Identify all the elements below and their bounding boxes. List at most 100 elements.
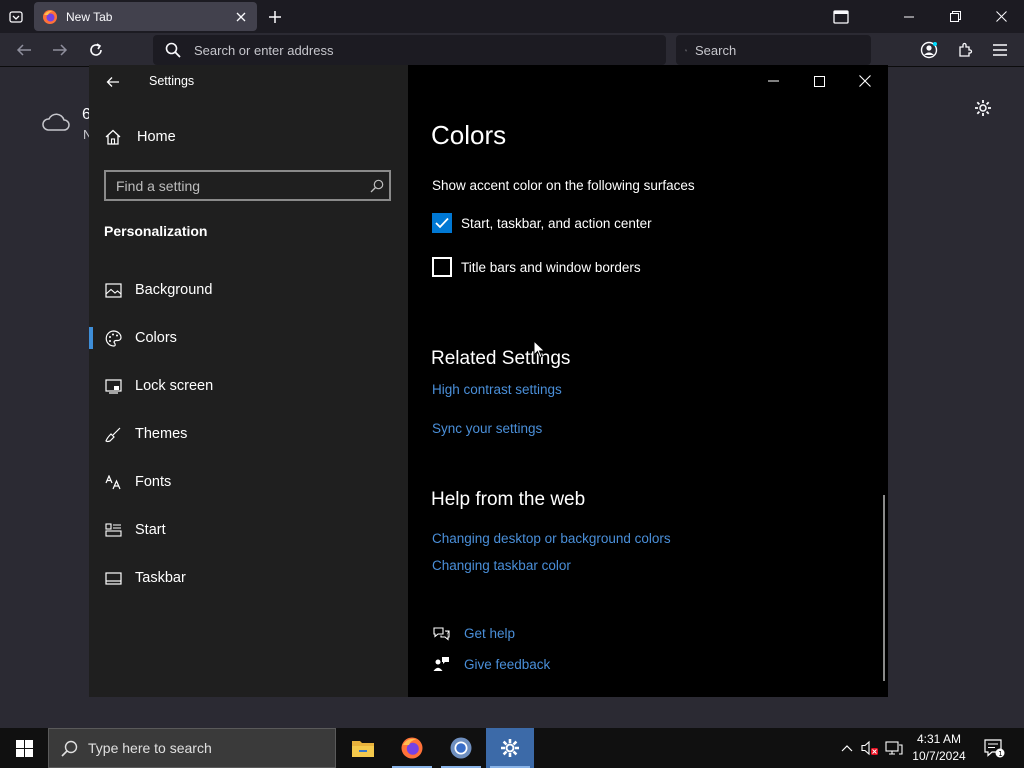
sidebar-item-label: Start xyxy=(135,522,166,538)
reload-icon[interactable] xyxy=(84,38,108,62)
minimize-icon[interactable] xyxy=(750,65,796,97)
taskbar-search-placeholder: Type here to search xyxy=(88,740,212,756)
back-arrow-icon[interactable] xyxy=(103,73,123,91)
svg-text:?: ? xyxy=(445,630,448,637)
sidebar-item-lock-screen[interactable]: Lock screen xyxy=(89,366,408,406)
sync-settings-link[interactable]: Sync your settings xyxy=(432,421,542,436)
page-title: Colors xyxy=(431,120,507,150)
sidebar-item-label: Colors xyxy=(135,330,177,346)
windows-start-icon[interactable] xyxy=(0,728,48,768)
search-icon xyxy=(165,42,181,58)
title-bars-checkbox-row[interactable]: Title bars and window borders xyxy=(432,257,641,277)
get-help-row[interactable]: ? Get help xyxy=(432,624,515,642)
forward-arrow-icon[interactable] xyxy=(48,38,72,62)
related-settings-heading: Related Settings xyxy=(431,348,571,369)
notification-center-icon[interactable]: 1 xyxy=(980,728,1008,768)
clock-time: 4:31 AM xyxy=(916,732,962,746)
search-input[interactable] xyxy=(695,42,871,58)
settings-main-pane: Colors Show accent color on the followin… xyxy=(408,65,888,697)
maximize-icon[interactable] xyxy=(796,65,842,97)
sidebar-item-label: Background xyxy=(135,282,213,298)
search-icon[interactable] xyxy=(365,174,389,198)
sidebar-item-taskbar[interactable]: Taskbar xyxy=(89,558,408,598)
help-from-web-heading: Help from the web xyxy=(431,489,586,510)
address-bar[interactable] xyxy=(153,35,666,65)
checkbox-label: Title bars and window borders xyxy=(461,259,641,275)
brush-icon xyxy=(104,425,122,443)
give-feedback-row[interactable]: Give feedback xyxy=(432,655,550,673)
firefox-taskbar-icon[interactable] xyxy=(388,728,436,768)
search-bar[interactable] xyxy=(676,35,871,65)
network-icon[interactable] xyxy=(884,728,904,768)
home-nav-item[interactable]: Home xyxy=(104,128,176,146)
start-taskbar-checkbox-row[interactable]: Start, taskbar, and action center xyxy=(432,213,652,233)
chrome-taskbar-icon[interactable] xyxy=(437,728,485,768)
extensions-icon[interactable] xyxy=(953,38,977,62)
speaker-muted-icon[interactable] xyxy=(860,728,880,768)
browser-minimize-icon[interactable] xyxy=(886,0,932,33)
desktop-colors-link[interactable]: Changing desktop or background colors xyxy=(432,531,671,546)
picture-in-picture-icon[interactable] xyxy=(818,0,864,33)
lock-screen-icon xyxy=(104,377,122,395)
close-tab-icon[interactable] xyxy=(233,9,249,25)
notification-count: 1 xyxy=(998,750,1002,758)
browser-tab-strip: New Tab xyxy=(0,0,1024,33)
taskbar-color-link[interactable]: Changing taskbar color xyxy=(432,558,571,573)
sidebar-item-background[interactable]: Background xyxy=(89,270,408,310)
gear-icon[interactable] xyxy=(973,98,993,118)
chat-help-icon: ? xyxy=(432,624,450,642)
firefox-favicon-icon xyxy=(43,9,57,24)
settings-title: Settings xyxy=(149,74,195,88)
windows-taskbar: Type here to search 4:31 AM 10/7/2024 1 xyxy=(0,728,1024,768)
browser-restore-icon[interactable] xyxy=(932,0,978,33)
find-setting-input[interactable] xyxy=(116,177,365,194)
sidebar-item-themes[interactable]: Themes xyxy=(89,414,408,454)
browser-close-icon[interactable] xyxy=(978,0,1024,33)
section-heading: Personalization xyxy=(104,223,208,239)
sidebar-item-fonts[interactable]: Fonts xyxy=(89,462,408,502)
sidebar-item-label: Taskbar xyxy=(135,570,186,586)
palette-icon xyxy=(104,329,122,347)
sidebar-item-colors[interactable]: Colors xyxy=(89,318,408,358)
scrollbar-thumb[interactable] xyxy=(883,495,885,681)
chevron-up-icon[interactable] xyxy=(838,728,856,768)
clock-date: 10/7/2024 xyxy=(912,749,966,763)
feedback-icon xyxy=(432,655,450,673)
taskbar-clock[interactable]: 4:31 AM 10/7/2024 xyxy=(905,731,973,765)
give-feedback-link[interactable]: Give feedback xyxy=(464,657,550,672)
settings-sidebar: Settings Home Personalization Background… xyxy=(89,65,408,697)
tab-new-tab[interactable]: New Tab xyxy=(34,2,257,31)
find-setting-box[interactable] xyxy=(104,170,391,201)
settings-taskbar-icon[interactable] xyxy=(486,728,534,768)
checkmark-icon xyxy=(435,217,449,229)
menu-hamburger-icon[interactable] xyxy=(988,38,1012,62)
address-input[interactable] xyxy=(194,42,666,58)
settings-window: Settings Home Personalization Background… xyxy=(89,65,888,697)
picture-icon xyxy=(104,281,122,299)
cloud-icon xyxy=(42,113,70,131)
accent-surfaces-subhead: Show accent color on the following surfa… xyxy=(432,178,695,193)
search-icon xyxy=(61,740,78,757)
start-taskbar-checkbox[interactable] xyxy=(432,213,452,233)
font-icon xyxy=(104,473,122,491)
tab-title: New Tab xyxy=(66,9,113,24)
close-icon[interactable] xyxy=(842,65,888,97)
new-tab-icon[interactable] xyxy=(264,6,286,28)
home-icon xyxy=(105,129,121,145)
mouse-pointer-icon xyxy=(533,340,546,359)
taskbar-search-box[interactable]: Type here to search xyxy=(48,728,336,768)
sidebar-item-label: Lock screen xyxy=(135,378,214,394)
sidebar-item-label: Themes xyxy=(135,426,188,442)
sidebar-item-start[interactable]: Start xyxy=(89,510,408,550)
back-arrow-icon[interactable] xyxy=(12,38,36,62)
account-icon[interactable] xyxy=(917,38,941,62)
title-bars-checkbox[interactable] xyxy=(432,257,452,277)
browser-nav-toolbar xyxy=(0,33,1024,67)
high-contrast-link[interactable]: High contrast settings xyxy=(432,382,562,397)
get-help-link[interactable]: Get help xyxy=(464,626,515,641)
list-all-tabs-icon[interactable] xyxy=(5,6,27,28)
search-icon xyxy=(685,49,687,51)
taskbar-icon xyxy=(104,569,122,587)
file-explorer-icon[interactable] xyxy=(339,728,387,768)
start-menu-icon xyxy=(104,521,122,539)
